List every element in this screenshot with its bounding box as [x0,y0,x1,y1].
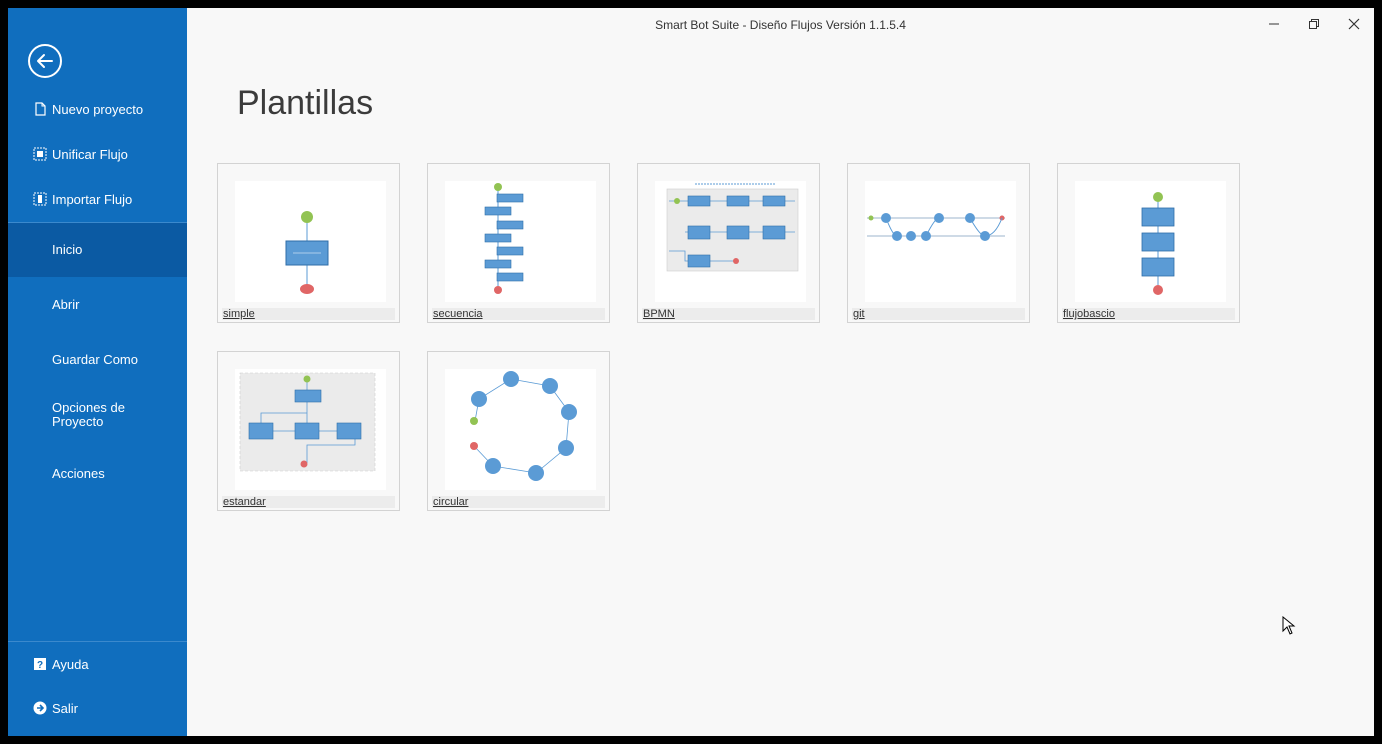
nav-acciones-label: Acciones [52,466,105,481]
template-thumbnail [865,181,1016,302]
template-thumbnail [445,181,596,302]
template-label[interactable]: BPMN [643,308,675,321]
close-button[interactable] [1334,8,1374,40]
nav-guardar-como[interactable]: Guardar Como [8,333,187,387]
template-simple[interactable]: simple [217,163,400,323]
new-project-label: Nuevo proyecto [52,101,144,117]
unify-flow-button[interactable]: Unificar Flujo [8,132,187,176]
exit-icon [33,701,47,715]
new-document-icon [33,102,47,116]
template-label[interactable]: estandar [223,496,266,509]
window-title: Smart Bot Suite - Diseño Flujos Versión … [655,18,906,32]
template-bpmn[interactable]: BPMN [637,163,820,323]
help-icon: ? [33,657,47,671]
help-button[interactable]: ? Ayuda [8,642,187,686]
back-button[interactable] [28,44,62,78]
help-label: Ayuda [52,656,89,672]
new-project-button[interactable]: Nuevo proyecto [8,87,187,131]
minimize-button[interactable] [1254,8,1294,40]
mouse-cursor-icon [1282,616,1296,635]
import-flow-label: Importar Flujo [52,191,133,207]
nav-abrir-label: Abrir [52,297,80,312]
nav-opciones-proyecto-label: Opciones de Proyecto [52,400,125,429]
svg-text:?: ? [37,660,43,671]
exit-button[interactable]: Salir [8,686,187,730]
template-flujobascio[interactable]: flujobascio [1057,163,1240,323]
template-git[interactable]: git [847,163,1030,323]
minimize-icon [1269,23,1279,25]
template-label[interactable]: git [853,308,865,321]
nav-guardar-como-label: Guardar Como [52,352,138,367]
template-thumbnail [1075,181,1226,302]
close-icon [1348,18,1360,30]
app-window: Nuevo proyecto Unificar Flujo Importar F… [8,8,1374,736]
template-label[interactable]: flujobascio [1063,308,1115,321]
exit-label: Salir [52,700,79,716]
backstage-sidebar: Nuevo proyecto Unificar Flujo Importar F… [8,8,187,736]
import-flow-icon [33,192,47,206]
template-circular[interactable]: circular [427,351,610,511]
template-thumbnail [235,369,386,490]
template-secuencia[interactable]: secuencia [427,163,610,323]
label-bar [852,308,1025,320]
title-bar: Smart Bot Suite - Diseño Flujos Versión … [187,8,1374,40]
template-thumbnail [655,181,806,302]
page-title: Plantillas [237,84,374,122]
template-thumbnail [445,369,596,490]
import-flow-button[interactable]: Importar Flujo [8,177,187,221]
template-label[interactable]: secuencia [433,308,483,321]
template-label[interactable]: circular [433,496,468,509]
unify-flow-icon [33,147,47,161]
unify-flow-label: Unificar Flujo [52,146,128,162]
nav-inicio[interactable]: Inicio [8,223,187,277]
nav-opciones-proyecto[interactable]: Opciones de Proyecto [8,388,187,442]
restore-button[interactable] [1294,8,1334,40]
nav-abrir[interactable]: Abrir [8,278,187,332]
nav-acciones[interactable]: Acciones [8,447,187,501]
back-arrow-icon [37,54,53,68]
template-estandar[interactable]: estandar [217,351,400,511]
restore-icon [1309,19,1319,29]
nav-inicio-label: Inicio [52,242,83,257]
template-thumbnail [235,181,386,302]
template-label[interactable]: simple [223,308,255,321]
